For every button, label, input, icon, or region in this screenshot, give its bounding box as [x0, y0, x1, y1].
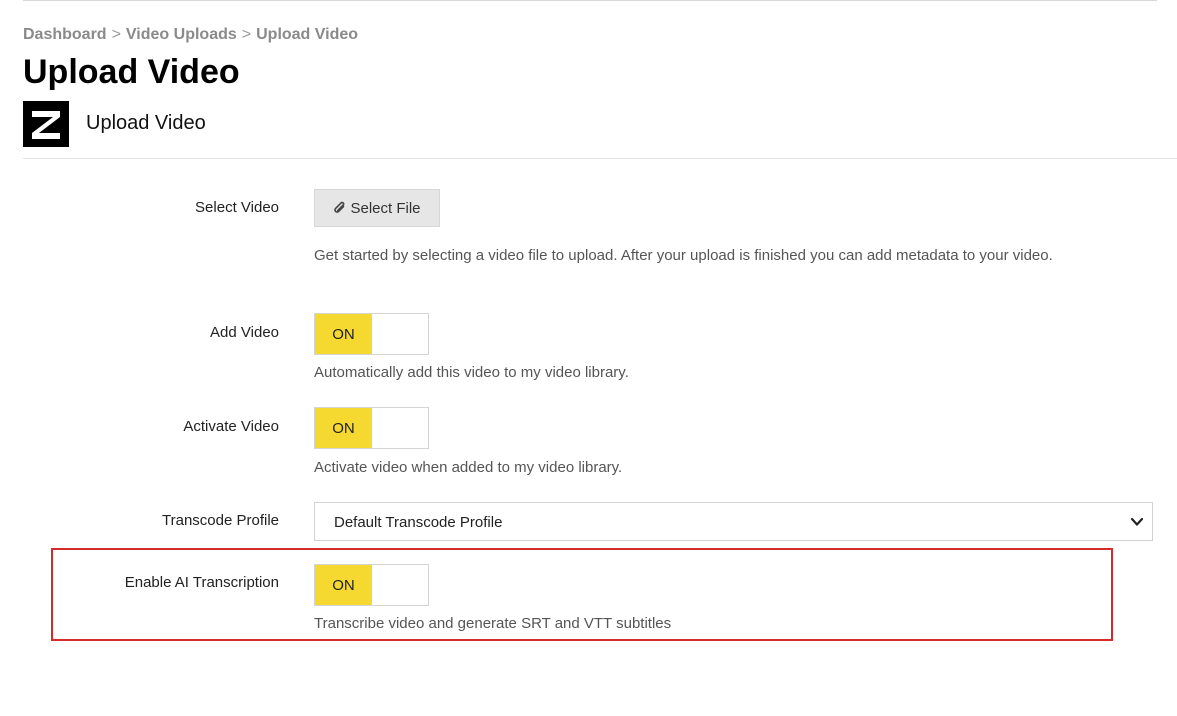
toggle-on-state: ON: [315, 565, 372, 605]
breadcrumb: Dashboard > Video Uploads > Upload Video: [23, 26, 358, 44]
header-divider: [23, 158, 1177, 159]
activate-video-help: Activate video when added to my video li…: [314, 459, 623, 476]
transcode-profile-label: Transcode Profile: [162, 512, 279, 529]
select-video-label: Select Video: [195, 199, 279, 216]
activate-video-toggle[interactable]: ON: [314, 407, 429, 449]
add-video-label: Add Video: [210, 324, 279, 341]
top-divider: [23, 0, 1157, 1]
section-title: Upload Video: [86, 112, 206, 134]
paperclip-icon: [334, 201, 345, 213]
breadcrumb-separator: >: [241, 26, 252, 43]
select-file-button-label: Select File: [350, 199, 421, 217]
breadcrumb-link-video-uploads[interactable]: Video Uploads: [126, 26, 237, 43]
transcode-profile-select[interactable]: Default Transcode Profile: [314, 502, 1153, 541]
breadcrumb-link-dashboard[interactable]: Dashboard: [23, 26, 107, 43]
add-video-help: Automatically add this video to my video…: [314, 364, 629, 381]
page-title: Upload Video: [23, 53, 240, 91]
breadcrumb-current: Upload Video: [256, 26, 359, 43]
select-file-button[interactable]: Select File: [314, 189, 440, 227]
ai-transcription-label: Enable AI Transcription: [124, 574, 279, 591]
select-video-help: Get started by selecting a video file to…: [314, 247, 1053, 264]
breadcrumb-separator: >: [111, 26, 121, 43]
add-video-toggle[interactable]: ON: [314, 313, 429, 355]
z-logo-icon: [32, 111, 60, 139]
toggle-on-state: ON: [315, 408, 372, 448]
brand-logo: [23, 101, 69, 147]
transcode-profile-value: Default Transcode Profile: [334, 514, 503, 531]
chevron-down-icon: [1130, 517, 1144, 526]
activate-video-label: Activate Video: [183, 418, 279, 435]
ai-transcription-help: Transcribe video and generate SRT and VT…: [314, 615, 672, 632]
ai-transcription-toggle[interactable]: ON: [314, 564, 429, 606]
toggle-on-state: ON: [315, 314, 372, 354]
